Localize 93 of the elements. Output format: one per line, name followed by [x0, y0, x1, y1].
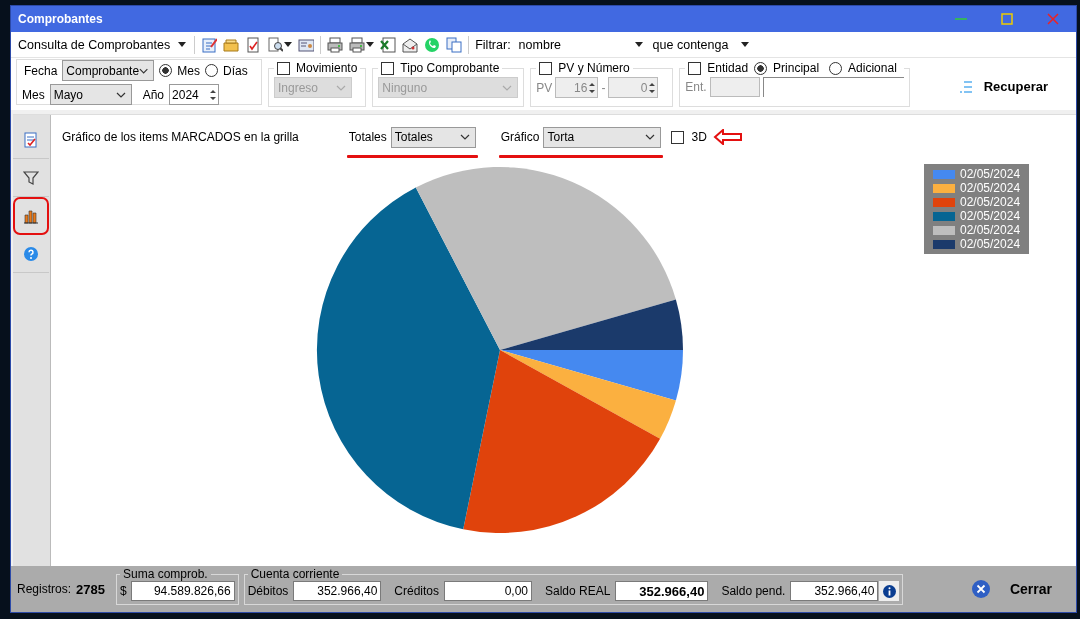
radio-label: Adicional [848, 61, 897, 75]
mes-dropdown[interactable]: Mayo [49, 84, 132, 105]
info-icon [882, 584, 896, 598]
notepad-icon[interactable] [201, 36, 218, 53]
checkbox[interactable] [539, 61, 553, 75]
chevron-down-icon [645, 134, 656, 140]
tipo-label: Tipo Comprobante [400, 61, 500, 75]
entity-name-field[interactable] [762, 77, 904, 97]
bar-chart-icon [23, 208, 39, 224]
anio-spinner[interactable]: 2024 [169, 84, 220, 105]
fecha-label: Fecha [24, 63, 58, 78]
chevron-down-icon [115, 91, 126, 98]
query-dropdown[interactable]: Consulta de Comprobantes [16, 35, 189, 54]
saldo-pend-field: 352.966,40 [790, 581, 879, 601]
totales-dropdown[interactable]: Totales [390, 126, 476, 148]
list-icon [959, 79, 972, 94]
close-circle-icon [971, 580, 990, 598]
group-title: Suma comprob. [121, 567, 209, 581]
saldo-real-field: 352.966,40 [615, 581, 709, 601]
checkbox[interactable] [277, 61, 290, 75]
caret-icon [634, 42, 643, 47]
fecha-dropdown[interactable]: Comprobante [62, 60, 155, 81]
creditos-field: 0,00 [444, 581, 532, 601]
totales-label: Totales [348, 130, 387, 144]
radio-button[interactable] [159, 64, 173, 77]
legend-label: 02/05/2024 [960, 195, 1021, 209]
caret-icon [284, 42, 293, 47]
anio-label: Año [142, 87, 165, 102]
currency-label: $ [119, 584, 127, 598]
document-check-icon[interactable] [245, 36, 262, 53]
copy-icon[interactable] [446, 36, 463, 53]
separator-text: - [601, 80, 606, 95]
saldo-real-label: Saldo REAL [545, 584, 611, 598]
caret-icon [740, 42, 749, 47]
legend-label: 02/05/2024 [960, 181, 1021, 195]
entity-code-field[interactable] [709, 77, 760, 97]
radio-label: Días [223, 63, 248, 78]
legend-label: 02/05/2024 [960, 167, 1021, 181]
debitos-field: 352.966,40 [293, 581, 382, 601]
report-icon [23, 131, 39, 148]
radio-label: Principal [773, 61, 820, 75]
radio-label: Mes [177, 63, 201, 78]
printer-icon[interactable] [349, 36, 366, 53]
legend-label: 02/05/2024 [960, 209, 1021, 223]
document-magnifier-icon[interactable] [267, 36, 284, 53]
maximize-icon[interactable] [1001, 13, 1013, 25]
window-title: Comprobantes [18, 12, 104, 26]
filter-icon [23, 169, 39, 186]
folder-stack-icon[interactable] [223, 36, 240, 53]
filter-label: Filtrar: [475, 37, 511, 52]
help-icon [23, 245, 39, 262]
debitos-label: Débitos [247, 584, 289, 598]
saldo-pend-label: Saldo pend. [721, 584, 786, 598]
checkbox[interactable] [688, 61, 702, 75]
entidad-label: Entidad [707, 61, 749, 75]
mes-label: Mes [22, 87, 45, 102]
registros-label: Registros: [17, 582, 72, 596]
group-title: Cuenta corriente [249, 567, 341, 581]
movimiento-label: Movimiento [296, 61, 358, 75]
registros-count: 2785 [76, 581, 105, 597]
radio-button[interactable] [829, 61, 843, 75]
chevron-down-icon [336, 84, 346, 91]
grafico-label: Gráfico [500, 130, 540, 144]
ent-label: Ent. [685, 80, 707, 94]
id-card-icon[interactable] [298, 36, 315, 53]
pv-label: PV y Número [558, 61, 630, 75]
3d-label: 3D [691, 130, 707, 144]
sidebar-tab[interactable] [13, 197, 49, 235]
checkbox[interactable] [671, 130, 685, 144]
pv-label: PV [536, 80, 553, 95]
creditos-label: Créditos [394, 584, 439, 598]
checkbox[interactable] [381, 61, 395, 75]
suma-field: 94.589.826,66 [130, 581, 235, 601]
radio-button[interactable] [754, 61, 768, 75]
grafico-dropdown[interactable]: Torta [543, 126, 662, 148]
caret-icon [178, 42, 187, 47]
legend-label: 02/05/2024 [960, 237, 1021, 251]
chevron-down-icon [459, 134, 470, 140]
spreadsheet-icon[interactable] [380, 36, 397, 53]
chevron-down-icon [502, 84, 513, 91]
caret-icon [366, 42, 375, 47]
info-button[interactable] [879, 581, 900, 601]
radio-button[interactable] [205, 64, 219, 77]
chevron-down-icon [139, 67, 149, 74]
filter-field-dropdown[interactable]: nombre [516, 35, 645, 54]
chart-caption: Gráfico de los items MARCADOS en la grilla [62, 130, 299, 144]
recuperar-button[interactable]: Recuperar [955, 75, 1052, 98]
legend-label: 02/05/2024 [960, 223, 1021, 237]
envelope-icon[interactable] [402, 36, 419, 53]
filter-mode-dropdown[interactable]: que contenga [650, 35, 751, 54]
printer-icon[interactable] [327, 36, 344, 53]
arrow-left-icon [712, 129, 743, 145]
cerrar-button[interactable]: Cerrar [969, 578, 1054, 600]
